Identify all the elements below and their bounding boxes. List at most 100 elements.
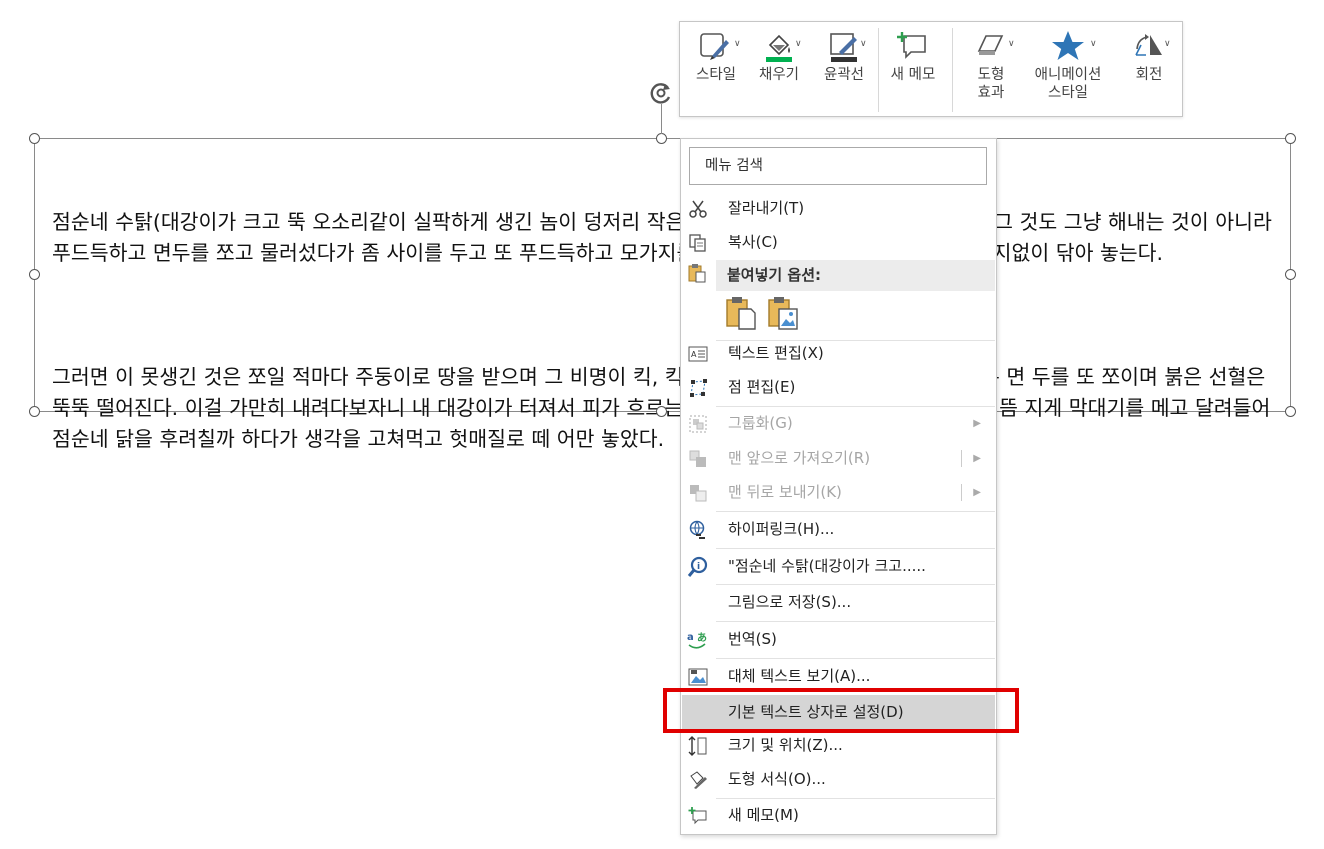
highlight-annotation-box xyxy=(663,688,1019,733)
shape-effects-button[interactable]: ∨ 도형 효과 xyxy=(962,26,1020,102)
rotate-handle-icon[interactable] xyxy=(648,80,674,106)
mini-toolbar: ∨ 스타일 ∨ 채우기 ∨ 윤곽선 새 메모 ∨ 도형 효과 ∨ 애니메이션 스… xyxy=(679,21,1183,117)
shape-style-icon xyxy=(700,33,729,60)
menu-item-group[interactable]: 그룹화(G) ▶ xyxy=(682,407,995,440)
shape-style-label: 스타일 xyxy=(695,67,737,83)
menu-item-save-as-picture[interactable]: 그림으로 저장(S)... xyxy=(682,586,995,619)
rotate-label: 회전 xyxy=(1135,67,1163,83)
paint-bucket-icon xyxy=(766,34,792,62)
menu-separator xyxy=(716,658,995,659)
format-shape-icon xyxy=(687,769,709,791)
menu-item-smart-lookup[interactable]: i "점순네 수탉(대강이가 크고..... xyxy=(682,550,995,583)
menu-item-label: 그림으로 저장(S)... xyxy=(728,593,852,611)
rotate-icon xyxy=(1135,34,1162,56)
svg-text:A: A xyxy=(691,350,697,359)
resize-handle-top-left[interactable] xyxy=(29,133,40,144)
menu-item-label: 맨 앞으로 가져오기(R) xyxy=(728,449,871,467)
menu-item-format-shape[interactable]: 도형 서식(O)... xyxy=(682,763,995,796)
menu-item-label: 점 편집(E) xyxy=(728,378,796,396)
send-back-icon xyxy=(687,482,709,504)
text-box-content[interactable]: 점순네 수탉(대강이가 크고 뚝 오소리같이 실팍하게 생긴 놈이 덩저리 작은… xyxy=(52,145,1274,548)
menu-separator xyxy=(716,511,995,512)
split-divider xyxy=(961,450,962,467)
menu-item-label: 번역(S) xyxy=(728,630,777,648)
text-box[interactable]: 점순네 수탉(대강이가 크고 뚝 오소리같이 실팍하게 생긴 놈이 덩저리 작은… xyxy=(34,138,1291,451)
split-divider xyxy=(961,484,962,501)
submenu-arrow-icon: ▶ xyxy=(973,453,981,464)
animation-styles-button[interactable]: ∨ 애니메이션 스타일 xyxy=(1024,26,1112,102)
hyperlink-globe-icon xyxy=(687,519,709,541)
resize-handle-top[interactable] xyxy=(656,133,667,144)
bring-front-icon xyxy=(687,448,709,470)
menu-item-label: 잘라내기(T) xyxy=(728,199,805,217)
svg-text:a: a xyxy=(687,632,694,643)
menu-separator xyxy=(716,548,995,549)
paste-options-row xyxy=(725,295,805,335)
resize-handle-bottom[interactable] xyxy=(656,406,667,417)
submenu-arrow-icon: ▶ xyxy=(973,418,981,429)
menu-separator xyxy=(716,584,995,585)
new-comment-button[interactable]: 새 메모 xyxy=(882,26,944,84)
svg-text:あ: あ xyxy=(697,631,707,644)
menu-item-edit-points[interactable]: 점 편집(E) xyxy=(682,371,995,404)
toolbar-separator xyxy=(952,28,953,112)
paste-as-picture-icon[interactable] xyxy=(767,295,799,335)
menu-item-translate[interactable]: aあ 번역(S) xyxy=(682,623,995,656)
resize-handle-bottom-right[interactable] xyxy=(1285,406,1296,417)
resize-handle-top-right[interactable] xyxy=(1285,133,1296,144)
shape-style-button[interactable]: ∨ 스타일 xyxy=(688,26,744,84)
rotate-button[interactable]: ∨ 회전 xyxy=(1120,26,1178,84)
paste-options-header: 붙여넣기 옵션: xyxy=(716,260,995,291)
menu-item-label: 맨 뒤로 보내기(K) xyxy=(728,483,842,501)
menu-item-edit-text[interactable]: A 텍스트 편집(X) xyxy=(682,337,995,370)
shape-outline-label: 윤곽선 xyxy=(823,67,865,83)
group-icon xyxy=(687,413,709,435)
copy-icon xyxy=(687,232,709,254)
menu-item-label: 도형 서식(O)... xyxy=(728,770,826,788)
menu-item-label: "점순네 수탉(대강이가 크고..... xyxy=(728,557,926,575)
scissors-icon xyxy=(687,198,709,220)
new-comment-icon xyxy=(897,32,926,59)
paragraph-1: 점순네 수탉(대강이가 크고 뚝 오소리같이 실팍하게 생긴 놈이 덩저리 작은… xyxy=(52,210,1279,265)
menu-item-label: 그룹화(G) xyxy=(728,414,793,432)
shape-fill-button[interactable]: ∨ 채우기 xyxy=(750,26,808,84)
resize-handle-right[interactable] xyxy=(1285,269,1296,280)
toolbar-separator xyxy=(878,28,879,112)
submenu-arrow-icon: ▶ xyxy=(973,487,981,498)
menu-item-send-to-back[interactable]: 맨 뒤로 보내기(K) ▶ xyxy=(682,476,995,509)
menu-item-hyperlink[interactable]: 하이퍼링크(H)... xyxy=(682,513,995,546)
new-comment-label: 새 메모 xyxy=(890,67,936,83)
smart-lookup-icon: i xyxy=(687,556,709,578)
new-comment-icon xyxy=(687,805,709,827)
paste-clipboard-icon xyxy=(687,263,709,285)
size-position-icon xyxy=(687,735,709,757)
shape-fill-label: 채우기 xyxy=(758,67,800,83)
outline-pen-icon xyxy=(830,33,857,62)
menu-search-input[interactable]: 메뉴 검색 xyxy=(689,147,987,185)
resize-handle-left[interactable] xyxy=(29,269,40,280)
menu-item-size-position[interactable]: 크기 및 위치(Z)... xyxy=(682,729,995,762)
menu-item-copy[interactable]: 복사(C) xyxy=(682,226,995,259)
shape-outline-button[interactable]: ∨ 윤곽선 xyxy=(814,26,874,84)
menu-item-label: 텍스트 편집(X) xyxy=(728,344,824,362)
menu-item-label: 크기 및 위치(Z)... xyxy=(728,736,843,754)
menu-item-cut[interactable]: 잘라내기(T) xyxy=(682,192,995,225)
edit-points-icon xyxy=(687,377,709,399)
shape-effects-label-1: 도형 xyxy=(977,67,1005,83)
animation-star-icon xyxy=(1052,31,1084,60)
alt-text-icon xyxy=(687,666,709,688)
resize-handle-bottom-left[interactable] xyxy=(29,406,40,417)
edit-text-icon: A xyxy=(687,343,709,365)
menu-separator xyxy=(716,621,995,622)
rotation-connector xyxy=(661,104,662,134)
menu-item-label: 새 메모(M) xyxy=(728,806,799,824)
translate-icon: aあ xyxy=(687,629,709,651)
shape-effects-icon xyxy=(977,35,1004,55)
menu-item-bring-to-front[interactable]: 맨 앞으로 가져오기(R) ▶ xyxy=(682,442,995,475)
animation-styles-label-2: 스타일 xyxy=(1047,85,1089,101)
shape-effects-label-2: 효과 xyxy=(977,85,1005,101)
menu-item-new-comment[interactable]: 새 메모(M) xyxy=(682,799,995,832)
paste-keep-source-icon[interactable] xyxy=(725,295,757,335)
animation-styles-label-1: 애니메이션 xyxy=(1034,67,1102,83)
menu-item-label: 복사(C) xyxy=(728,233,778,251)
